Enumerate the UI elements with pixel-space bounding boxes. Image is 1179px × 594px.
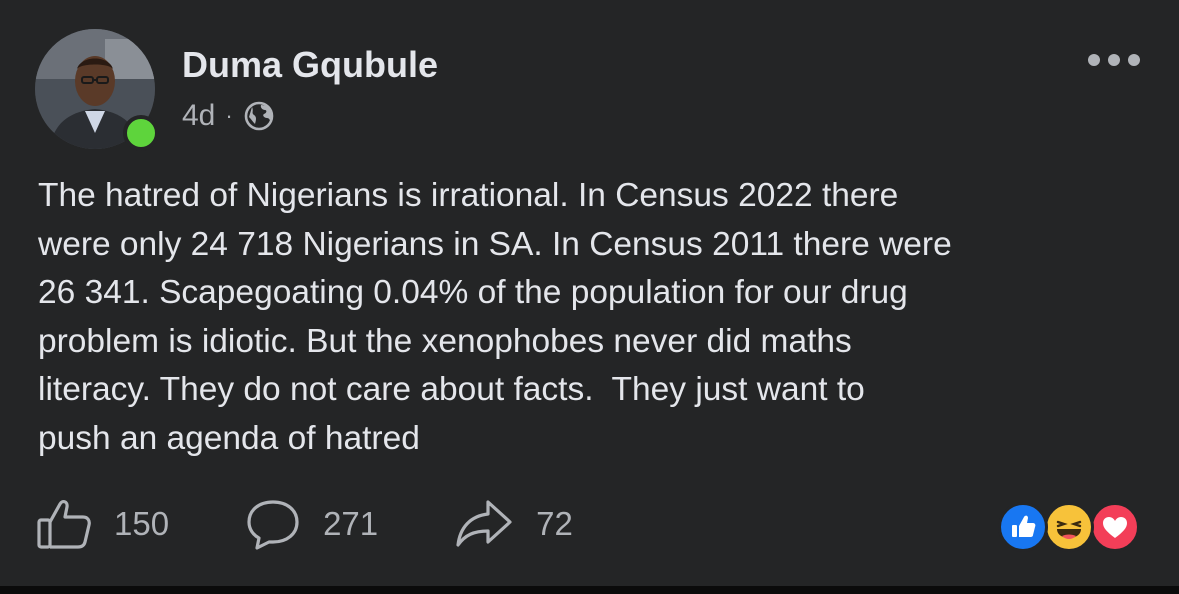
globe-icon <box>243 100 275 132</box>
like-button[interactable]: 150 <box>36 498 169 550</box>
author-avatar[interactable] <box>35 29 159 151</box>
love-reaction-icon <box>1090 502 1140 552</box>
post-card: Duma Gqubule 4d · The hatred of Nigerian… <box>0 0 1179 586</box>
post-body-text: The hatred of Nigerians is irrational. I… <box>38 177 952 457</box>
post-meta: 4d · <box>182 96 275 136</box>
bottom-edge <box>0 586 1179 594</box>
comment-count: 271 <box>323 505 379 542</box>
like-reaction-icon <box>998 502 1048 552</box>
share-button[interactable]: 72 <box>454 498 573 550</box>
action-bar: 150 271 72 <box>36 497 573 551</box>
haha-reaction-icon <box>1044 502 1094 552</box>
comment-button[interactable]: 271 <box>245 498 378 550</box>
ellipsis-icon <box>1088 54 1140 66</box>
share-arrow-icon <box>456 500 512 547</box>
reaction-summary[interactable] <box>998 500 1146 552</box>
meta-separator: · <box>225 103 233 128</box>
author-name[interactable]: Duma Gqubule <box>182 44 438 86</box>
online-status-indicator <box>123 115 159 151</box>
thumbs-up-icon <box>37 500 91 549</box>
like-count: 150 <box>114 505 170 542</box>
post-timestamp[interactable]: 4d <box>182 99 215 133</box>
share-count: 72 <box>536 505 573 542</box>
comment-bubble-icon <box>247 500 299 550</box>
more-options-button[interactable] <box>1086 48 1142 72</box>
